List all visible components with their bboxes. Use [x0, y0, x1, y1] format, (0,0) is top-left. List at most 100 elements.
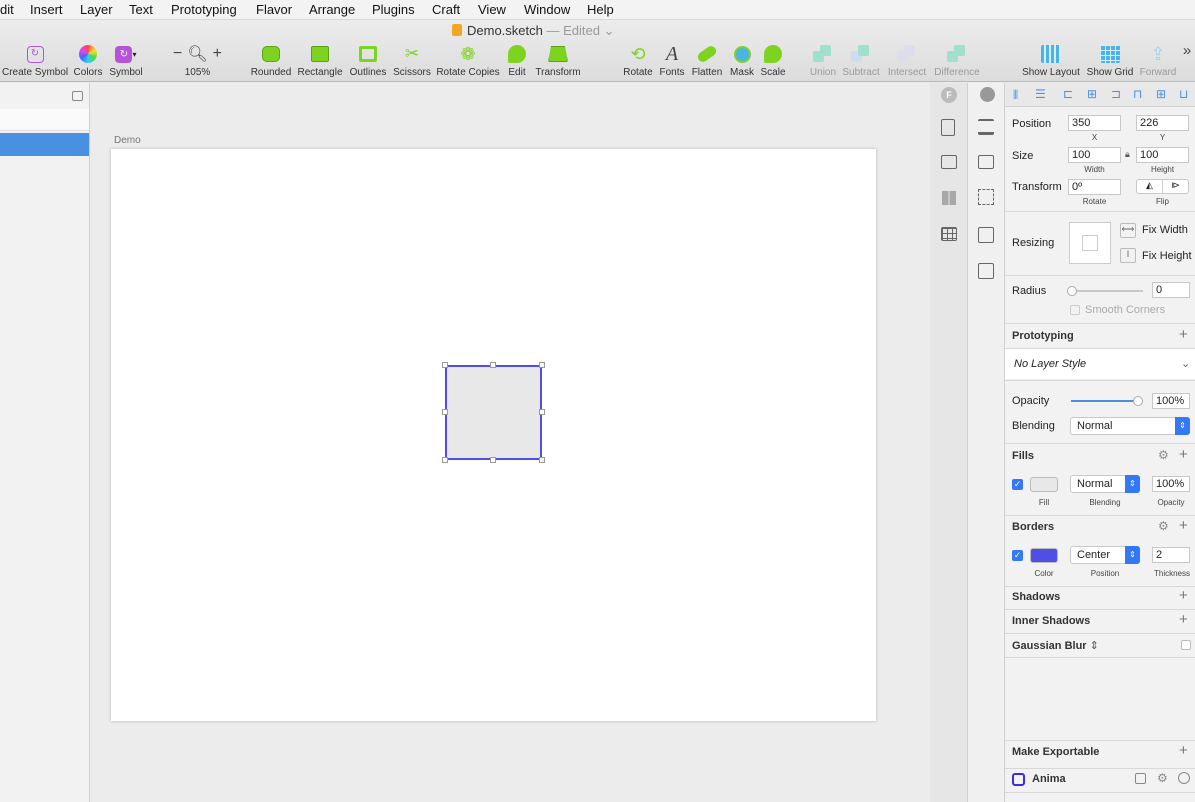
- radius-field[interactable]: 0: [1152, 282, 1190, 298]
- symbol-swap-icon[interactable]: [978, 189, 994, 205]
- resize-handle-right[interactable]: [539, 409, 545, 415]
- rotate-copies-button[interactable]: ❁ Rotate Copies: [436, 44, 500, 79]
- menu-prototyping[interactable]: Prototyping: [171, 2, 237, 17]
- menu-layer[interactable]: Layer: [80, 2, 113, 17]
- fill-color-swatch[interactable]: [1030, 477, 1058, 492]
- rotate-button[interactable]: ⟲ Rotate: [621, 44, 655, 79]
- add-inner-shadow-icon[interactable]: +: [1179, 612, 1188, 627]
- title-chevron-icon[interactable]: ⌄: [600, 23, 615, 38]
- table-icon[interactable]: [941, 227, 957, 241]
- scissors-button[interactable]: ✂ Scissors: [391, 44, 433, 78]
- position-y-field[interactable]: 226: [1136, 115, 1189, 131]
- selected-rectangle[interactable]: [442, 362, 545, 463]
- image-add-icon[interactable]: [978, 263, 994, 279]
- stack-icon[interactable]: [978, 119, 994, 135]
- rotate-field[interactable]: 0º: [1068, 179, 1121, 195]
- resize-handle-bottom[interactable]: [490, 457, 496, 463]
- gaussian-blur-select[interactable]: Gaussian Blur ⇕: [1012, 639, 1099, 652]
- border-thickness-field[interactable]: 2: [1152, 547, 1190, 563]
- height-field[interactable]: 100: [1136, 147, 1189, 163]
- artboard[interactable]: [111, 149, 876, 721]
- menu-craft[interactable]: Craft: [432, 2, 460, 17]
- layer-row-selected[interactable]: [0, 133, 89, 156]
- border-enabled-checkbox[interactable]: ✓: [1012, 550, 1023, 561]
- border-color-swatch[interactable]: [1030, 548, 1058, 563]
- colors-button[interactable]: Colors: [72, 44, 104, 78]
- fix-width-label[interactable]: Fix Width: [1142, 224, 1188, 236]
- list-icon[interactable]: [941, 155, 957, 169]
- outlines-button[interactable]: Outlines: [348, 44, 388, 78]
- mask-button[interactable]: Mask: [728, 44, 756, 78]
- position-x-field[interactable]: 350: [1068, 115, 1121, 131]
- toolbar-overflow-button[interactable]: »: [1181, 42, 1193, 59]
- align-left-icon[interactable]: ⊏: [1063, 87, 1073, 101]
- menu-help[interactable]: Help: [587, 2, 614, 17]
- show-layout-button[interactable]: Show Layout: [1022, 44, 1080, 78]
- plugin-f-icon[interactable]: F: [941, 87, 957, 103]
- align-center-icon[interactable]: ⊞: [1087, 87, 1097, 101]
- fill-enabled-checkbox[interactable]: ✓: [1012, 479, 1023, 490]
- smooth-corners-checkbox[interactable]: [1070, 305, 1080, 315]
- rectangle-button[interactable]: Rectangle: [297, 44, 343, 78]
- menu-text[interactable]: Text: [129, 2, 153, 17]
- fills-settings-gear-icon[interactable]: ⚙: [1158, 448, 1169, 462]
- fill-opacity-field[interactable]: 100%: [1152, 476, 1190, 492]
- page-list-row[interactable]: [0, 109, 89, 131]
- edit-button[interactable]: Edit: [505, 44, 529, 78]
- add-fill-icon[interactable]: +: [1179, 447, 1188, 462]
- menu-view[interactable]: View: [478, 2, 506, 17]
- artboard-label[interactable]: Demo: [114, 135, 141, 146]
- resizing-constraints-widget[interactable]: [1069, 222, 1111, 264]
- lock-ratio-icon[interactable]: 🔒︎: [1125, 149, 1130, 160]
- gaussian-blur-checkbox[interactable]: [1181, 640, 1191, 650]
- border-position-select[interactable]: Center ⇕: [1070, 546, 1140, 564]
- export-page-icon[interactable]: [941, 119, 955, 136]
- pen-icon[interactable]: [978, 227, 994, 243]
- menu-edit[interactable]: dit: [0, 2, 14, 17]
- anima-settings-gear-icon[interactable]: ⚙: [1157, 771, 1168, 785]
- borders-settings-gear-icon[interactable]: ⚙: [1158, 519, 1169, 533]
- fonts-button[interactable]: A Fonts: [657, 43, 687, 79]
- anima-panel-icon[interactable]: [1135, 773, 1146, 784]
- resize-handle-top-right[interactable]: [539, 362, 545, 368]
- resize-handle-bottom-right[interactable]: [539, 457, 545, 463]
- resize-handle-top[interactable]: [490, 362, 496, 368]
- symbol-button[interactable]: ↻ ▾ Symbol: [108, 44, 144, 78]
- pie-icon[interactable]: [980, 87, 995, 102]
- flatten-button[interactable]: Flatten: [690, 44, 724, 78]
- resize-handle-top-left[interactable]: [442, 362, 448, 368]
- fix-height-label[interactable]: Fix Height: [1142, 250, 1192, 262]
- intersect-button[interactable]: Intersect: [884, 44, 930, 78]
- menu-arrange[interactable]: Arrange: [309, 2, 355, 17]
- resize-handle-bottom-left[interactable]: [442, 457, 448, 463]
- distribute-vertical-icon[interactable]: ☰: [1035, 87, 1046, 101]
- transform-button[interactable]: Transform: [533, 44, 583, 78]
- zoom-out-button[interactable]: −: [173, 45, 182, 63]
- align-right-icon[interactable]: ⊐: [1111, 87, 1121, 101]
- flip-vertical-icon[interactable]: ⧐: [1163, 180, 1188, 193]
- layer-style-select[interactable]: No Layer Style ⌄: [1005, 349, 1195, 379]
- add-border-icon[interactable]: +: [1179, 518, 1188, 533]
- blending-select[interactable]: Normal ⇕: [1070, 417, 1190, 435]
- text-list-icon[interactable]: [978, 155, 994, 169]
- create-symbol-button[interactable]: ↻ Create Symbol: [2, 44, 68, 78]
- resize-handle-left[interactable]: [442, 409, 448, 415]
- anima-help-icon[interactable]: [1178, 772, 1190, 784]
- menu-window[interactable]: Window: [524, 2, 570, 17]
- opacity-field[interactable]: 100%: [1152, 393, 1190, 409]
- union-button[interactable]: Union: [808, 44, 838, 78]
- add-export-icon[interactable]: +: [1179, 743, 1188, 758]
- distribute-horizontal-icon[interactable]: ⫴: [1013, 88, 1018, 103]
- radius-slider[interactable]: [1067, 286, 1143, 296]
- align-middle-icon[interactable]: ⊞: [1156, 87, 1166, 101]
- fix-width-icon[interactable]: ⟷: [1120, 223, 1136, 238]
- zoom-in-button[interactable]: +: [213, 45, 222, 63]
- subtract-button[interactable]: Subtract: [840, 44, 882, 78]
- align-top-icon[interactable]: ⊓: [1133, 87, 1142, 101]
- collapse-panel-icon[interactable]: [72, 91, 83, 101]
- add-shadow-icon[interactable]: +: [1179, 588, 1188, 603]
- fix-height-icon[interactable]: I: [1120, 248, 1136, 263]
- menu-flavor[interactable]: Flavor: [256, 2, 292, 17]
- flip-horizontal-icon[interactable]: ◭: [1137, 180, 1163, 193]
- zoom-control[interactable]: − 🔍︎ + 105%: [170, 44, 225, 78]
